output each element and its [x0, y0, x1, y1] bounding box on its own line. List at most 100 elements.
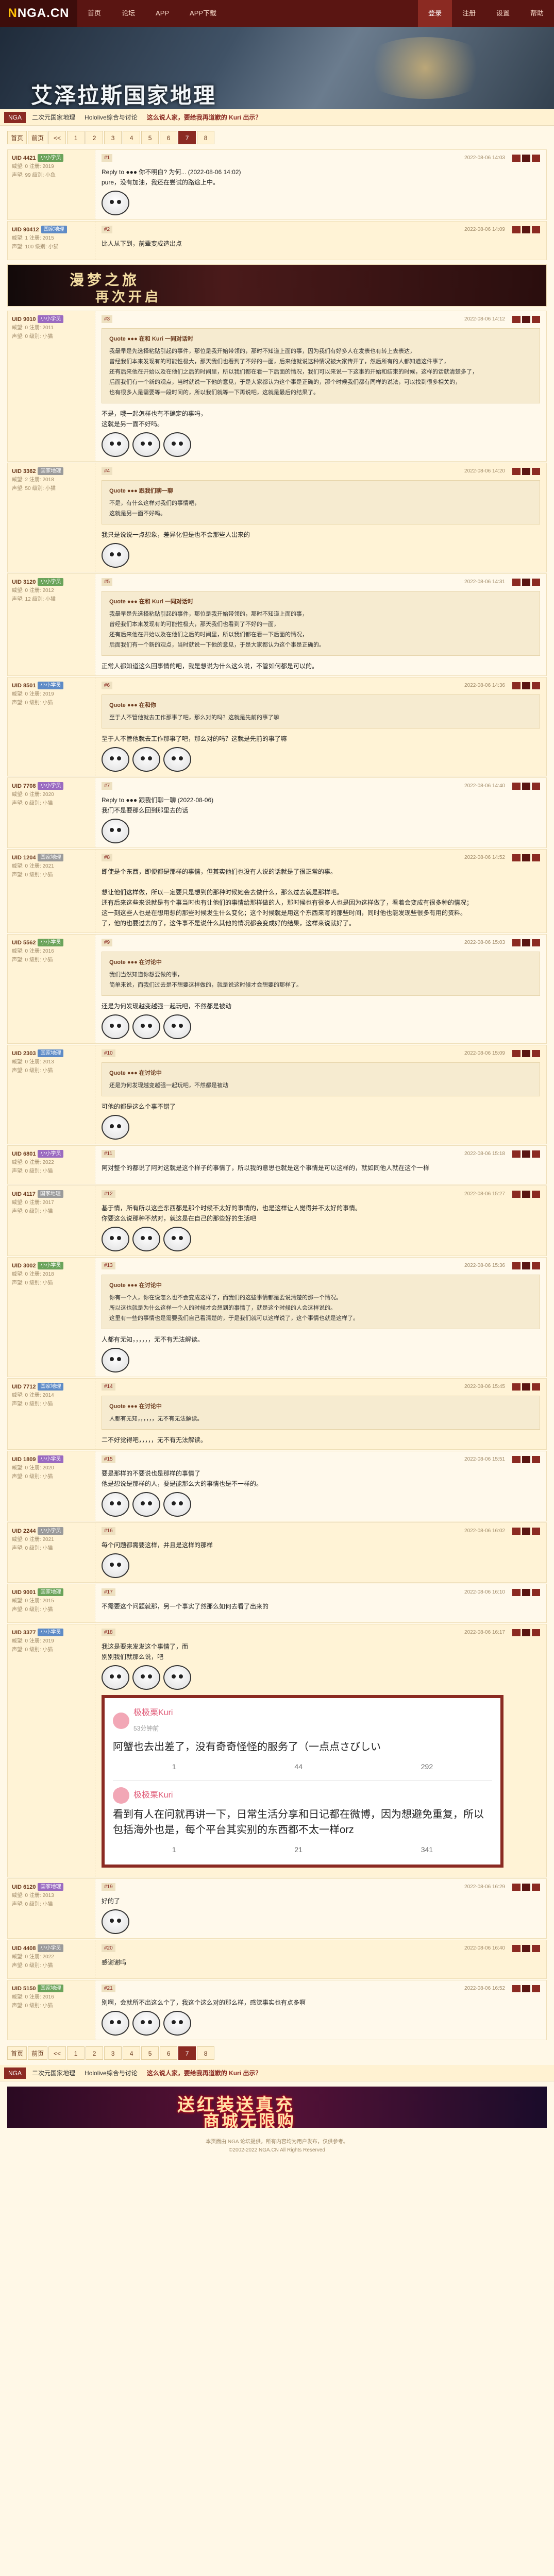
author-name[interactable]: UID 7712 — [12, 1384, 36, 1390]
breadcrumb-home[interactable]: NGA — [4, 111, 26, 123]
floor-number[interactable]: #6 — [102, 682, 113, 689]
floor-number[interactable]: #2 — [102, 226, 113, 233]
quote-icon[interactable] — [512, 1190, 521, 1198]
reply-icon[interactable] — [522, 682, 530, 689]
reply-icon[interactable] — [522, 1985, 530, 1992]
reply-icon[interactable] — [522, 1883, 530, 1891]
reply-icon[interactable] — [522, 467, 530, 475]
reply-icon[interactable] — [522, 578, 530, 586]
author-name[interactable]: UID 8501 — [12, 683, 36, 689]
page-link[interactable]: 4 — [123, 2046, 141, 2060]
floor-number[interactable]: #11 — [102, 1150, 115, 1158]
quote-header[interactable]: Quote ●●● 在和 Kuri 一同对话时 — [109, 597, 532, 607]
reply-icon[interactable] — [522, 1383, 530, 1391]
more-icon[interactable] — [532, 1455, 540, 1463]
author-name[interactable]: UID 7708 — [12, 783, 36, 789]
more-icon[interactable] — [532, 1944, 540, 1952]
floor-number[interactable]: #3 — [102, 315, 113, 323]
nav-item-forum[interactable]: 论坛 — [111, 0, 145, 27]
quote-icon[interactable] — [512, 578, 521, 586]
quote-header[interactable]: Quote ●●● 跟我们聊一聊 — [109, 486, 532, 496]
reply-icon[interactable] — [522, 1944, 530, 1952]
author-name[interactable]: UID 5562 — [12, 940, 36, 946]
page-link[interactable]: 6 — [160, 131, 178, 144]
page-link[interactable]: 5 — [141, 2046, 159, 2060]
quote-icon[interactable] — [512, 226, 521, 233]
quote-icon[interactable] — [512, 782, 521, 790]
floor-number[interactable]: #4 — [102, 467, 113, 475]
author-name[interactable]: UID 3120 — [12, 579, 36, 585]
help-button[interactable]: 帮助 — [520, 0, 554, 27]
more-icon[interactable] — [532, 939, 540, 946]
more-icon[interactable] — [532, 1985, 540, 1992]
page-link[interactable]: 5 — [141, 131, 159, 144]
author-name[interactable]: UID 6801 — [12, 1151, 36, 1157]
reply-icon[interactable] — [522, 315, 530, 323]
quote-icon[interactable] — [512, 1527, 521, 1535]
quote-icon[interactable] — [512, 939, 521, 946]
reply-icon[interactable] — [522, 782, 530, 790]
quote-icon[interactable] — [512, 1985, 521, 1992]
quote-icon[interactable] — [512, 1150, 521, 1158]
quote-header[interactable]: Quote ●●● 在讨论中 — [109, 1068, 532, 1078]
page-link[interactable]: 8 — [197, 131, 215, 144]
page-link[interactable]: << — [48, 131, 66, 144]
quote-icon[interactable] — [512, 1455, 521, 1463]
floor-number[interactable]: #17 — [102, 1588, 115, 1596]
quote-icon[interactable] — [512, 1049, 521, 1057]
nav-item-app[interactable]: APP — [145, 0, 179, 27]
page-link[interactable]: 8 — [197, 2046, 215, 2060]
breadcrumb-item-board[interactable]: Hololive综合与讨论 — [81, 113, 141, 122]
more-icon[interactable] — [532, 578, 540, 586]
reply-reference[interactable]: Reply to ●●● 你不明白? 为何... (2022-08-06 14:… — [102, 167, 540, 177]
breadcrumb-item-forum-bottom[interactable]: 二次元国家地理 — [29, 2069, 78, 2077]
floor-number[interactable]: #13 — [102, 1262, 115, 1269]
more-icon[interactable] — [532, 682, 540, 689]
more-icon[interactable] — [532, 467, 540, 475]
more-icon[interactable] — [532, 1383, 540, 1391]
page-link[interactable]: << — [48, 2046, 66, 2060]
author-name[interactable]: UID 5150 — [12, 1986, 36, 1992]
floor-number[interactable]: #15 — [102, 1455, 115, 1463]
page-link[interactable]: 前页 — [28, 2046, 48, 2060]
floor-number[interactable]: #18 — [102, 1629, 115, 1636]
page-link[interactable]: 7 — [178, 2046, 196, 2060]
more-icon[interactable] — [532, 854, 540, 861]
register-button[interactable]: 注册 — [452, 0, 486, 27]
author-name[interactable]: UID 6120 — [12, 1884, 36, 1890]
quote-icon[interactable] — [512, 467, 521, 475]
reply-icon[interactable] — [522, 1455, 530, 1463]
floor-number[interactable]: #7 — [102, 782, 113, 790]
floor-number[interactable]: #8 — [102, 854, 113, 861]
floor-number[interactable]: #16 — [102, 1527, 115, 1535]
page-link[interactable]: 首页 — [7, 2046, 27, 2060]
author-name[interactable]: UID 3002 — [12, 1263, 36, 1269]
breadcrumb-item-forum[interactable]: 二次元国家地理 — [29, 113, 78, 122]
more-icon[interactable] — [532, 1190, 540, 1198]
quote-icon[interactable] — [512, 1383, 521, 1391]
page-link[interactable]: 4 — [123, 131, 141, 144]
more-icon[interactable] — [532, 1049, 540, 1057]
more-icon[interactable] — [532, 782, 540, 790]
quote-icon[interactable] — [512, 1588, 521, 1596]
footer-ad-banner[interactable]: 送红装送真充 商城无限购 — [7, 2087, 547, 2128]
floor-number[interactable]: #1 — [102, 154, 113, 162]
page-link[interactable]: 6 — [160, 2046, 178, 2060]
more-icon[interactable] — [532, 1527, 540, 1535]
reply-icon[interactable] — [522, 1190, 530, 1198]
author-name[interactable]: UID 9010 — [12, 316, 36, 323]
more-icon[interactable] — [532, 315, 540, 323]
author-name[interactable]: UID 2303 — [12, 1050, 36, 1057]
page-link[interactable]: 7 — [178, 131, 196, 144]
floor-number[interactable]: #20 — [102, 1944, 115, 1952]
site-logo[interactable]: N NGA.CN — [0, 0, 77, 27]
page-link[interactable]: 3 — [104, 131, 122, 144]
quote-icon[interactable] — [512, 1262, 521, 1269]
more-icon[interactable] — [532, 1150, 540, 1158]
reply-reference[interactable]: Reply to ●●● 跟我们聊一聊 (2022-08-06) — [102, 795, 540, 805]
quote-header[interactable]: Quote ●●● 在和你 — [109, 700, 532, 710]
page-link[interactable]: 2 — [86, 131, 104, 144]
breadcrumb-home-bottom[interactable]: NGA — [4, 2067, 26, 2079]
reply-icon[interactable] — [522, 1527, 530, 1535]
quote-icon[interactable] — [512, 854, 521, 861]
